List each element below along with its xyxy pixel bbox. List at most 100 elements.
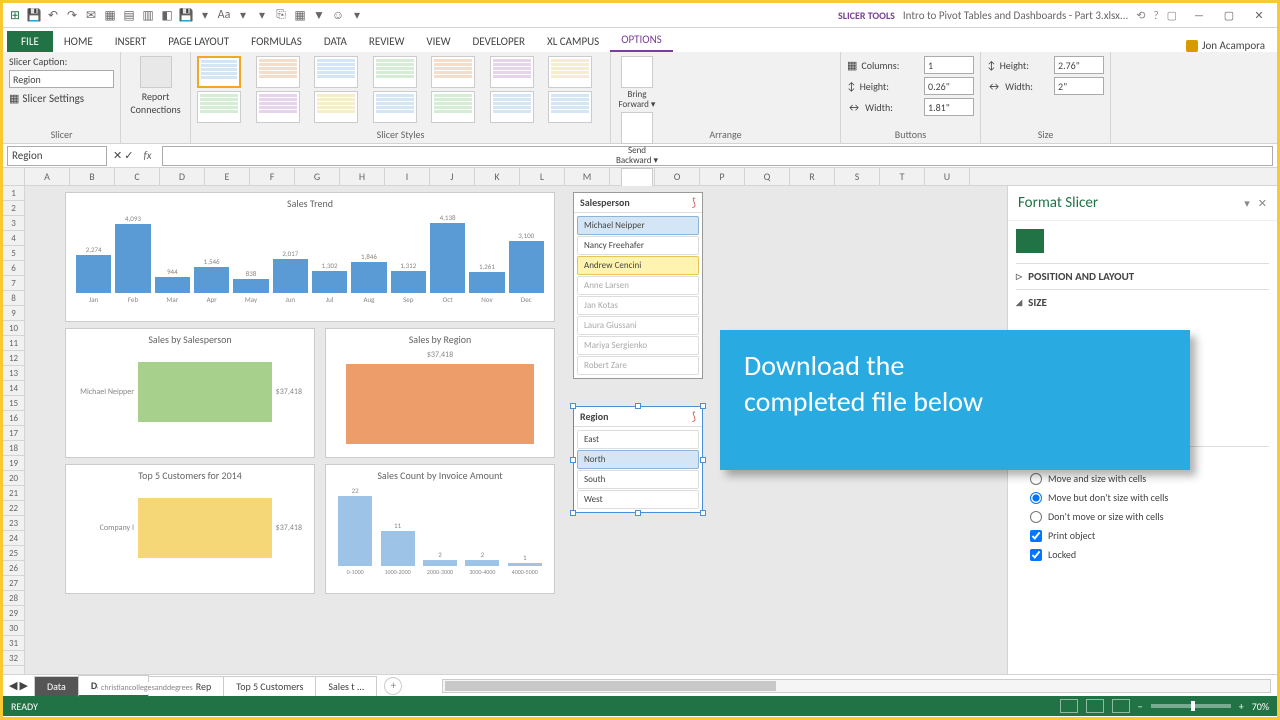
row-header[interactable]: 31 bbox=[3, 636, 24, 651]
chart-sales-by-region[interactable]: Sales by Region $37,418 bbox=[325, 328, 555, 458]
slicer-style-thumb[interactable] bbox=[256, 91, 300, 123]
row-header[interactable]: 1 bbox=[3, 186, 24, 201]
btn-width-spinner[interactable]: 1.81" bbox=[924, 98, 974, 116]
enter-icon[interactable]: ✓ bbox=[124, 149, 133, 162]
chart-top5-customers[interactable]: Top 5 Customers for 2014 Company I$37,41… bbox=[65, 464, 315, 594]
chart-sales-by-salesperson[interactable]: Sales by Salesperson Michael Neipper$37,… bbox=[65, 328, 315, 458]
row-header[interactable]: 29 bbox=[3, 606, 24, 621]
tab-data[interactable]: DATA bbox=[313, 31, 358, 52]
fx-icon[interactable]: fx bbox=[143, 149, 151, 162]
maximize-button[interactable]: ▢ bbox=[1215, 5, 1243, 25]
col-header[interactable]: P bbox=[700, 168, 745, 185]
horizontal-scrollbar[interactable] bbox=[442, 679, 1271, 693]
zoom-out-button[interactable]: − bbox=[1138, 700, 1143, 713]
row-header[interactable]: 15 bbox=[3, 396, 24, 411]
col-header[interactable]: I bbox=[385, 168, 430, 185]
slicer-style-thumb[interactable] bbox=[197, 56, 241, 88]
qat-redo-icon[interactable]: ↷ bbox=[64, 7, 80, 23]
name-box[interactable]: Region bbox=[7, 146, 107, 166]
ribbon-display-icon[interactable]: ▢ bbox=[1167, 9, 1177, 22]
section-size[interactable]: ◢SIZE bbox=[1016, 296, 1269, 309]
tab-pagelayout[interactable]: PAGE LAYOUT bbox=[157, 31, 240, 52]
col-header[interactable]: K bbox=[475, 168, 520, 185]
col-header[interactable]: H bbox=[340, 168, 385, 185]
radio-move-nosize[interactable] bbox=[1030, 492, 1042, 504]
row-header[interactable]: 26 bbox=[3, 561, 24, 576]
qat-filter-icon[interactable]: ▼ bbox=[311, 7, 327, 23]
view-break-button[interactable] bbox=[1112, 699, 1130, 713]
tab-insert[interactable]: INSERT bbox=[104, 31, 158, 52]
qat-icon[interactable]: ⎘ bbox=[273, 7, 289, 23]
slicer-item[interactable]: Laura Giussani bbox=[577, 316, 699, 335]
tab-formulas[interactable]: FORMULAS bbox=[240, 31, 313, 52]
slicer-item[interactable]: West bbox=[577, 490, 699, 509]
slicer-caption-input[interactable] bbox=[9, 70, 114, 88]
col-header[interactable]: C bbox=[115, 168, 160, 185]
sheet-tab[interactable]: Top 5 Customers bbox=[223, 676, 316, 696]
view-layout-button[interactable] bbox=[1086, 699, 1104, 713]
slicer-style-thumb[interactable] bbox=[548, 56, 592, 88]
col-header[interactable]: B bbox=[70, 168, 115, 185]
col-header[interactable]: S bbox=[835, 168, 880, 185]
row-header[interactable]: 2 bbox=[3, 201, 24, 216]
tab-review[interactable]: REVIEW bbox=[358, 31, 416, 52]
section-position[interactable]: ▷POSITION AND LAYOUT bbox=[1016, 270, 1269, 283]
row-header[interactable]: 30 bbox=[3, 621, 24, 636]
size-height-spinner[interactable]: 2.76" bbox=[1054, 56, 1104, 74]
qat-icon[interactable]: ✉ bbox=[83, 7, 99, 23]
row-header[interactable]: 19 bbox=[3, 456, 24, 471]
sheet-tab[interactable]: Data bbox=[34, 676, 79, 696]
row-header[interactable]: 10 bbox=[3, 321, 24, 336]
slicer-style-thumb[interactable] bbox=[548, 91, 592, 123]
row-header[interactable]: 6 bbox=[3, 261, 24, 276]
slicer-item[interactable]: Anne Larsen bbox=[577, 276, 699, 295]
zoom-slider[interactable] bbox=[1151, 704, 1231, 708]
row-header[interactable]: 14 bbox=[3, 381, 24, 396]
row-header[interactable]: 8 bbox=[3, 291, 24, 306]
row-header[interactable]: 18 bbox=[3, 441, 24, 456]
pane-close-icon[interactable]: ✕ bbox=[1258, 197, 1267, 210]
tab-xlcampus[interactable]: XL CAMPUS bbox=[536, 31, 610, 52]
qat-more-icon[interactable]: ▾ bbox=[349, 7, 365, 23]
close-button[interactable]: ✕ bbox=[1245, 5, 1273, 25]
help-icon[interactable]: ? bbox=[1153, 9, 1158, 22]
slicer-item[interactable]: East bbox=[577, 430, 699, 449]
add-sheet-button[interactable]: + bbox=[384, 677, 402, 695]
qat-icon[interactable]: ▦ bbox=[292, 7, 308, 23]
row-header[interactable]: 23 bbox=[3, 516, 24, 531]
sync-icon[interactable]: ⟲ bbox=[1136, 9, 1145, 22]
zoom-level[interactable]: 70% bbox=[1252, 700, 1269, 713]
col-header[interactable]: M bbox=[565, 168, 610, 185]
qat-icon[interactable]: ▾ bbox=[197, 7, 213, 23]
cancel-icon[interactable]: ✕ bbox=[113, 149, 122, 162]
slicer-style-thumb[interactable] bbox=[314, 56, 358, 88]
qat-icon[interactable]: 💾 bbox=[178, 7, 194, 23]
row-header[interactable]: 11 bbox=[3, 336, 24, 351]
slicer-item[interactable]: North bbox=[577, 450, 699, 469]
clear-filter-icon[interactable]: ⟆ bbox=[692, 410, 696, 423]
slicer-settings-button[interactable]: ▦Slicer Settings bbox=[9, 92, 114, 105]
size-properties-icon[interactable] bbox=[1016, 229, 1044, 253]
tab-options[interactable]: OPTIONS bbox=[610, 29, 673, 52]
slicer-style-thumb[interactable] bbox=[431, 91, 475, 123]
row-header[interactable]: 13 bbox=[3, 366, 24, 381]
check-print-object[interactable] bbox=[1030, 530, 1042, 542]
columns-spinner[interactable]: 1 bbox=[924, 56, 974, 74]
qat-icon[interactable]: ◧ bbox=[159, 7, 175, 23]
slicer-item[interactable]: Michael Neipper bbox=[577, 216, 699, 235]
slicer-style-thumb[interactable] bbox=[314, 91, 358, 123]
row-header[interactable]: 20 bbox=[3, 471, 24, 486]
tab-home[interactable]: HOME bbox=[53, 31, 104, 52]
slicer-style-thumb[interactable] bbox=[490, 91, 534, 123]
qat-icon[interactable]: ▥ bbox=[140, 7, 156, 23]
slicer-style-thumb[interactable] bbox=[197, 91, 241, 123]
slicer-style-thumb[interactable] bbox=[373, 91, 417, 123]
tab-view[interactable]: VIEW bbox=[415, 31, 461, 52]
size-width-spinner[interactable]: 2" bbox=[1054, 77, 1104, 95]
btn-height-spinner[interactable]: 0.26" bbox=[924, 77, 974, 95]
row-header[interactable]: 32 bbox=[3, 651, 24, 666]
row-header[interactable]: 3 bbox=[3, 216, 24, 231]
check-locked[interactable] bbox=[1030, 549, 1042, 561]
row-header[interactable]: 17 bbox=[3, 426, 24, 441]
row-header[interactable]: 24 bbox=[3, 531, 24, 546]
